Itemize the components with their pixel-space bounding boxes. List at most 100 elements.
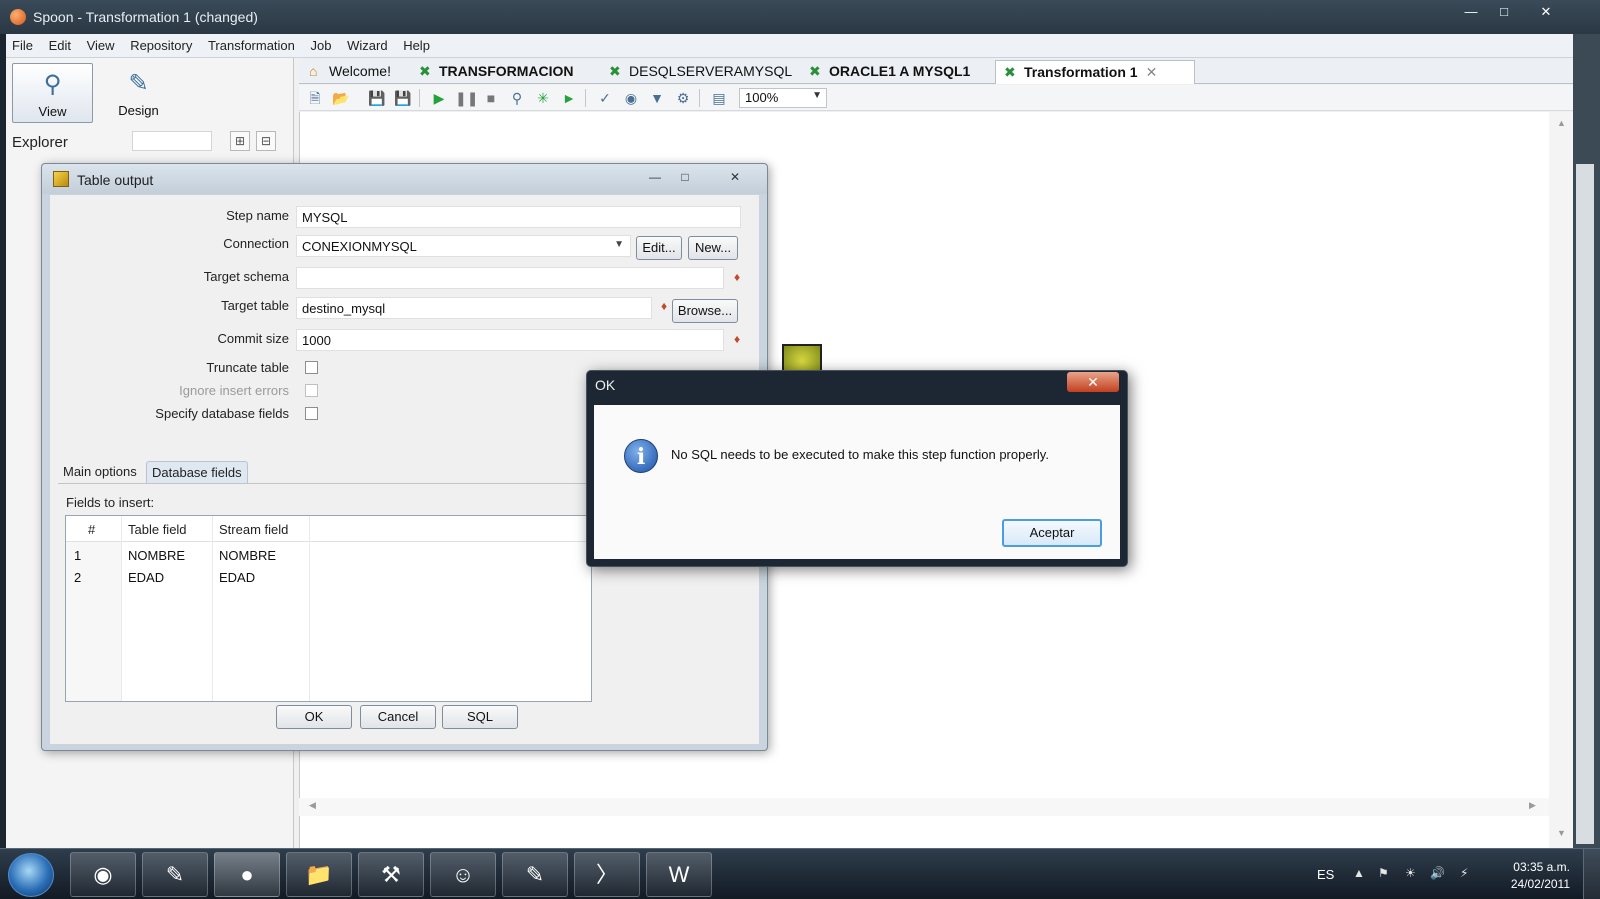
scroll-down-icon[interactable]: ▼: [1557, 828, 1566, 838]
start-button[interactable]: [8, 853, 54, 897]
edit-connection-button[interactable]: Edit...: [636, 236, 682, 260]
tab-oracle1-a-mysql1[interactable]: ✖ ORACLE1 A MYSQL1: [801, 60, 993, 84]
new-connection-button[interactable]: New...: [688, 236, 738, 260]
right-window-edge: [1573, 34, 1600, 848]
users-app-icon[interactable]: ☺: [430, 852, 496, 897]
language-indicator[interactable]: ES: [1317, 867, 1334, 882]
scroll-right-icon[interactable]: ▶: [1529, 800, 1536, 811]
debug-icon[interactable]: ✳: [533, 88, 553, 108]
notepad-app-icon[interactable]: ✎: [502, 852, 568, 897]
menu-repository[interactable]: Repository: [124, 34, 198, 53]
system-clock[interactable]: 03:35 a.m. 24/02/2011: [1500, 859, 1570, 893]
canvas-vertical-scrollbar[interactable]: ▲ ▼: [1549, 112, 1573, 848]
volume-icon[interactable]: 🔊: [1430, 866, 1445, 880]
table-row-table-field[interactable]: EDAD: [128, 570, 164, 585]
home-icon: ⌂: [309, 63, 318, 79]
explorer-search-input[interactable]: [132, 131, 212, 151]
close-window-button[interactable]: ✕: [1526, 3, 1566, 21]
browse-table-button[interactable]: Browse...: [672, 299, 738, 323]
show-hidden-icons-icon[interactable]: ▲: [1353, 866, 1365, 880]
table-row-table-field[interactable]: NOMBRE: [128, 548, 185, 563]
scroll-left-icon[interactable]: ◀: [309, 800, 316, 811]
network-icon[interactable]: ☀: [1405, 866, 1416, 880]
table-output-titlebar[interactable]: Table output — □ ✕: [42, 164, 767, 194]
pause-icon[interactable]: ❚❚: [455, 88, 478, 108]
power-icon[interactable]: ⚡: [1460, 866, 1468, 880]
notes-app-icon[interactable]: ✎: [142, 852, 208, 897]
preview-icon[interactable]: ⚲: [507, 88, 527, 108]
canvas-horizontal-scrollbar[interactable]: ◀ ▶: [299, 798, 1549, 816]
menu-help[interactable]: Help: [397, 34, 436, 53]
explore-db-icon[interactable]: ⚙: [673, 88, 693, 108]
close-tab-icon[interactable]: ✕: [1146, 64, 1158, 81]
command-prompt-icon[interactable]: 〉: [574, 852, 640, 897]
word-app-icon[interactable]: W: [646, 852, 712, 897]
fields-grid[interactable]: # Table field Stream field 1 NOMBRE NOMB…: [65, 515, 592, 702]
menu-edit[interactable]: Edit: [43, 34, 77, 53]
menu-wizard[interactable]: Wizard: [341, 34, 393, 53]
menu-file[interactable]: File: [6, 34, 39, 53]
tab-transformation-1[interactable]: ✖ Transformation 1 ✕: [995, 60, 1195, 84]
run-icon[interactable]: ▶: [429, 88, 449, 108]
cancel-button[interactable]: Cancel: [360, 705, 436, 729]
ok-button[interactable]: OK: [276, 705, 352, 729]
replay-icon[interactable]: ►: [559, 88, 579, 108]
step-name-input[interactable]: MYSQL: [296, 206, 741, 228]
sql-button[interactable]: SQL: [442, 705, 518, 729]
tab-database-fields[interactable]: Database fields: [146, 461, 248, 483]
dialog-close-button[interactable]: ✕: [722, 168, 748, 186]
show-results-icon[interactable]: ▤: [709, 88, 729, 108]
action-center-flag-icon[interactable]: ⚑: [1378, 866, 1389, 880]
design-perspective-button[interactable]: ✎ Design: [98, 63, 179, 123]
dialog-minimize-button[interactable]: —: [642, 168, 668, 186]
commit-size-input[interactable]: 1000: [296, 329, 724, 351]
specify-database-fields-checkbox[interactable]: [305, 407, 318, 420]
magnifier-icon: ⚲: [43, 71, 62, 98]
column-header-table-field[interactable]: Table field: [128, 522, 187, 537]
expand-all-icon[interactable]: ⊞: [230, 131, 250, 151]
tab-desqlserveramysql[interactable]: ✖ DESQLSERVERAMYSQL: [601, 60, 797, 84]
aceptar-button[interactable]: Aceptar: [1002, 519, 1102, 547]
column-header-stream-field[interactable]: Stream field: [219, 522, 288, 537]
firefox-icon[interactable]: ◉: [70, 852, 136, 897]
connection-select[interactable]: CONEXIONMYSQL ▼: [296, 235, 631, 257]
tab-main-options[interactable]: Main options: [58, 461, 142, 483]
maximize-button[interactable]: □: [1489, 3, 1519, 21]
minimize-button[interactable]: —: [1456, 3, 1486, 21]
dialog-maximize-button[interactable]: □: [672, 168, 698, 186]
message-close-button[interactable]: ✕: [1067, 372, 1119, 392]
menu-transformation[interactable]: Transformation: [202, 34, 301, 53]
new-file-icon[interactable]: 🗎: [305, 88, 325, 108]
truncate-table-label: Truncate table: [206, 360, 289, 375]
spoon-taskbar-icon[interactable]: ●: [214, 852, 280, 897]
impact-icon[interactable]: ◉: [621, 88, 641, 108]
tab-welcome[interactable]: ⌂ Welcome!: [301, 60, 409, 84]
open-folder-icon[interactable]: 📂: [331, 88, 351, 108]
show-desktop-button[interactable]: [1583, 849, 1600, 899]
stop-icon[interactable]: ■: [481, 88, 501, 108]
scroll-up-icon[interactable]: ▲: [1557, 118, 1566, 128]
view-perspective-button[interactable]: ⚲ View: [12, 63, 93, 123]
file-explorer-icon[interactable]: 📁: [286, 852, 352, 897]
message-text: No SQL needs to be executed to make this…: [671, 447, 1049, 462]
target-schema-input[interactable]: [296, 267, 724, 289]
tools-app-icon[interactable]: ⚒: [358, 852, 424, 897]
table-row-stream-field[interactable]: EDAD: [219, 570, 255, 585]
menu-view[interactable]: View: [81, 34, 121, 53]
window-titlebar[interactable]: Spoon - Transformation 1 (changed) — □ ✕: [0, 0, 1600, 34]
table-row-stream-field[interactable]: NOMBRE: [219, 548, 276, 563]
zoom-select[interactable]: 100% ▼: [739, 88, 827, 108]
save-as-icon[interactable]: 💾: [393, 88, 413, 108]
table-row-number[interactable]: 1: [74, 548, 81, 563]
target-table-input[interactable]: destino_mysql: [296, 297, 652, 319]
truncate-table-checkbox[interactable]: [305, 361, 318, 374]
table-row-number[interactable]: 2: [74, 570, 81, 585]
menu-job[interactable]: Job: [305, 34, 338, 53]
tab-transformacion[interactable]: ✖ TRANSFORMACION: [411, 60, 597, 84]
save-icon[interactable]: 💾: [367, 88, 387, 108]
column-header-number[interactable]: #: [88, 522, 95, 537]
collapse-all-icon[interactable]: ⊟: [256, 131, 276, 151]
tab-bar: ⌂ Welcome! ✖ TRANSFORMACION ✖ DESQLSERVERAM…: [299, 58, 1573, 84]
verify-icon[interactable]: ✓: [595, 88, 615, 108]
sql-generate-icon[interactable]: ▼: [647, 88, 667, 108]
